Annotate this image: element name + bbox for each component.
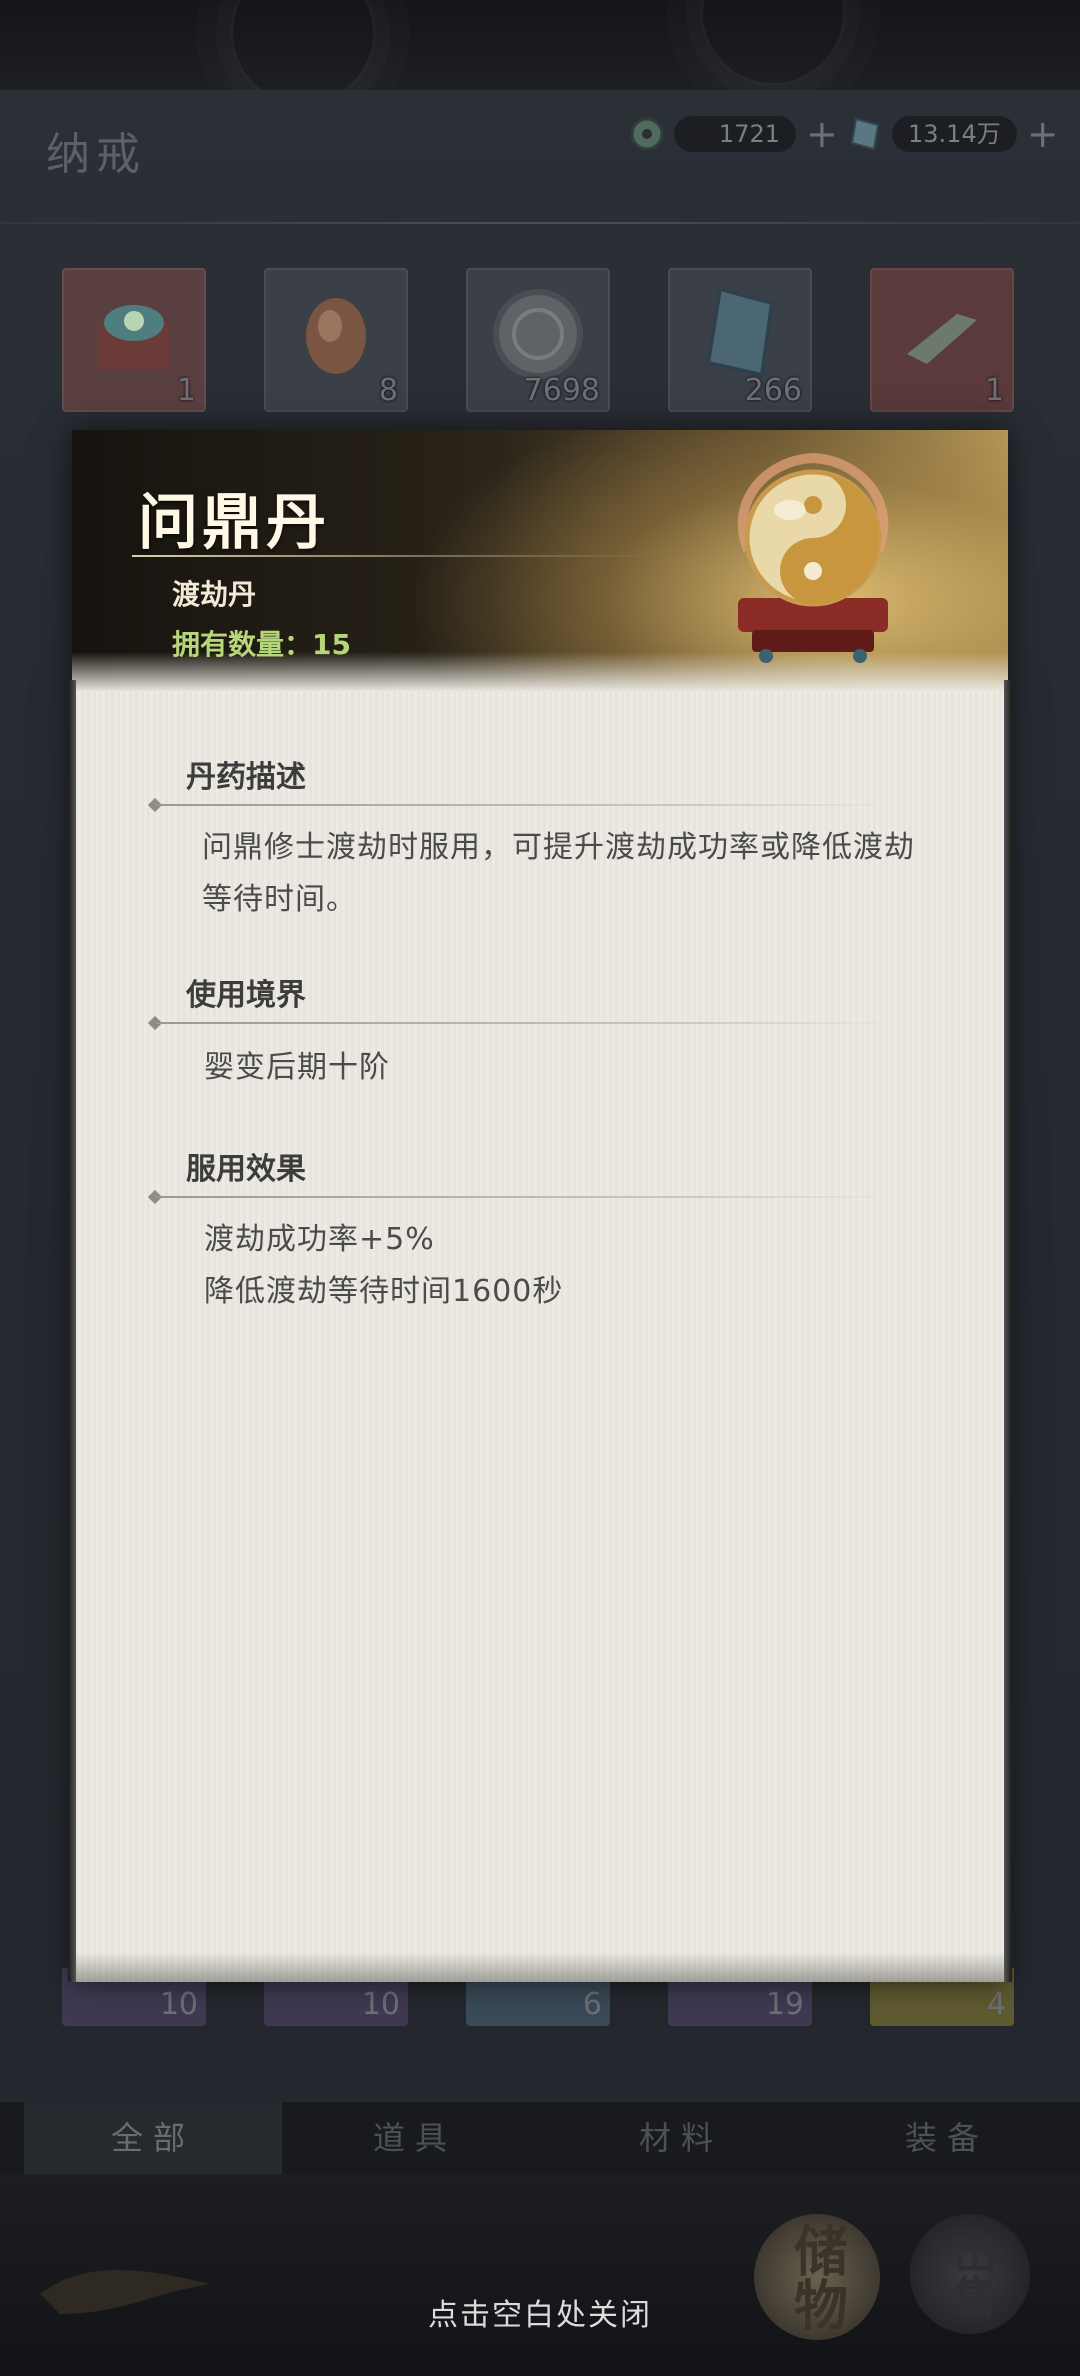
header-divider <box>0 222 1080 224</box>
jade-pendant-icon <box>907 314 977 365</box>
item-count: 8 <box>378 373 398 408</box>
modal-edge <box>68 680 76 1982</box>
item-detail-modal: 问鼎丹 渡劫丹 拥有数量：15 丹药描述 问鼎修士渡劫时服用，可提升渡劫成功率或… <box>68 430 1012 1982</box>
inventory-slot[interactable]: 266 <box>668 268 812 412</box>
section-text-description: 问鼎修士渡劫时服用，可提升渡劫成功率或降低渡劫等待时间。 <box>202 830 915 917</box>
name-divider <box>132 555 652 557</box>
tab-items[interactable]: 道具 <box>282 2102 548 2174</box>
item-name: 问鼎丹 <box>138 488 330 558</box>
item-count: 10 <box>361 1987 400 2022</box>
add-jade-button[interactable]: + <box>806 114 838 154</box>
inventory-slot[interactable]: 7698 <box>466 268 610 412</box>
section-title-realm: 使用境界 <box>186 978 306 1013</box>
add-stone-button[interactable]: + <box>1027 114 1059 154</box>
inventory-slot[interactable]: 1 <box>870 268 1014 412</box>
item-count: 1 <box>176 373 196 408</box>
spirit-stone-icon <box>846 115 884 153</box>
tab-equipment[interactable]: 装备 <box>814 2102 1080 2174</box>
close-hint[interactable]: 点击空白处关闭 <box>0 2290 1080 2334</box>
section-text-realm: 婴变后期十阶 <box>204 1050 390 1085</box>
item-count: 1 <box>984 373 1004 408</box>
inventory-slot[interactable]: 8 <box>264 268 408 412</box>
effect-line: 渡劫成功率+5% <box>204 1222 435 1257</box>
item-count: 266 <box>744 373 802 408</box>
treasure-chest-icon <box>98 305 170 370</box>
section-title-description: 丹药描述 <box>186 760 306 795</box>
modal-edge <box>1004 680 1012 1982</box>
tab-materials[interactable]: 材料 <box>548 2102 814 2174</box>
currency-stone-value: 13.14万 <box>892 116 1017 152</box>
section-title-effect: 服用效果 <box>186 1152 306 1187</box>
item-count: 6 <box>582 1987 602 2022</box>
item-type: 渡劫丹 <box>172 578 257 611</box>
effect-line: 降低渡劫等待时间1600秒 <box>204 1274 564 1309</box>
section-divider <box>156 1196 896 1198</box>
page-title: 纳戒 <box>46 129 146 180</box>
jade-coin-icon <box>628 115 666 153</box>
yin-yang-pill-icon <box>737 452 889 663</box>
item-count: 7698 <box>523 373 600 408</box>
item-count: 19 <box>765 1987 804 2022</box>
item-count: 4 <box>986 1987 1006 2022</box>
owned-count: 拥有数量：15 <box>172 628 351 661</box>
cloud-swirl-decoration <box>700 0 846 86</box>
spirit-egg-icon <box>306 298 366 375</box>
item-count: 10 <box>159 1987 198 2022</box>
section-divider <box>156 804 896 806</box>
tab-all[interactable]: 全部 <box>24 2102 282 2174</box>
section-divider <box>156 1022 896 1024</box>
currency-jade-value: 1721 <box>674 116 796 152</box>
currency-stone: 13.14万 + <box>846 112 1059 156</box>
inventory-slot[interactable]: 1 <box>62 268 206 412</box>
currency-jade: 1721 + <box>628 112 838 156</box>
category-tabs: 全部 道具 材料 装备 <box>0 2102 1080 2174</box>
top-band <box>0 0 1080 106</box>
